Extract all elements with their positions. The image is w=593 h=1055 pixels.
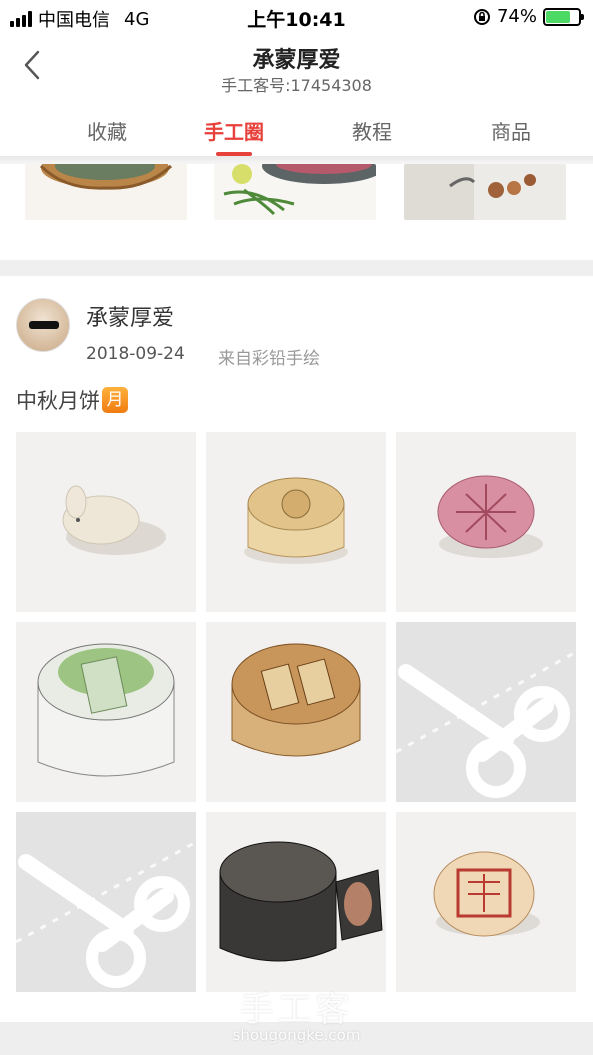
tab-divider (0, 156, 593, 164)
previous-post-image[interactable] (25, 164, 187, 220)
post-text-content: 中秋月饼 (16, 389, 100, 413)
mooncake-charcoal-image[interactable] (206, 812, 386, 992)
previous-post-image[interactable] (214, 164, 376, 220)
mooncake-rabbit-image[interactable] (16, 432, 196, 612)
mooncake-matcha-image[interactable] (16, 622, 196, 802)
scissors-placeholder-icon (16, 840, 196, 988)
status-right: 74% (473, 6, 584, 27)
author-name[interactable]: 承蒙厚爱 (86, 300, 174, 332)
post-source[interactable]: 来自彩铅手绘 (218, 344, 320, 369)
scissors-placeholder-icon (396, 650, 576, 798)
moon-emoji-icon: 月 (102, 387, 128, 413)
battery-icon (543, 7, 584, 26)
section-separator (0, 260, 593, 276)
image-placeholder[interactable] (16, 812, 196, 992)
tab-favorites[interactable]: 收藏 (47, 116, 167, 145)
previous-post-image[interactable] (404, 164, 566, 220)
watermark-brand: 手工客 (239, 990, 354, 1030)
mooncake-caramel-image[interactable] (206, 622, 386, 802)
post-date: 2018-09-24 (86, 344, 185, 364)
status-bar: 中国电信 4G 上午10:41 74% (0, 0, 593, 34)
avatar[interactable] (16, 298, 70, 352)
watermark-url: shougongke.com (232, 1026, 361, 1044)
post-text: 中秋月饼 月 (16, 385, 128, 415)
mooncake-pink-image[interactable] (396, 432, 576, 612)
previous-post-images (0, 164, 593, 260)
avatar-sunglasses (29, 321, 59, 329)
image-placeholder[interactable] (396, 622, 576, 802)
user-id: 手工客号:17454308 (221, 76, 372, 95)
mooncake-flower-image[interactable] (206, 432, 386, 612)
tab-products[interactable]: 商品 (451, 116, 571, 145)
page-title: 承蒙厚爱 (252, 48, 341, 73)
tab-handcraft-circle[interactable]: 手工圈 (174, 116, 294, 145)
tab-bar: 收藏 手工圈 教程 商品 (0, 108, 593, 156)
battery-percent: 74% (496, 6, 537, 27)
mooncake-seal-image[interactable] (396, 812, 576, 992)
orientation-lock-icon (473, 8, 490, 25)
nav-header: 承蒙厚爱 手工客号:17454308 (0, 34, 593, 96)
tab-tutorials[interactable]: 教程 (312, 116, 432, 145)
